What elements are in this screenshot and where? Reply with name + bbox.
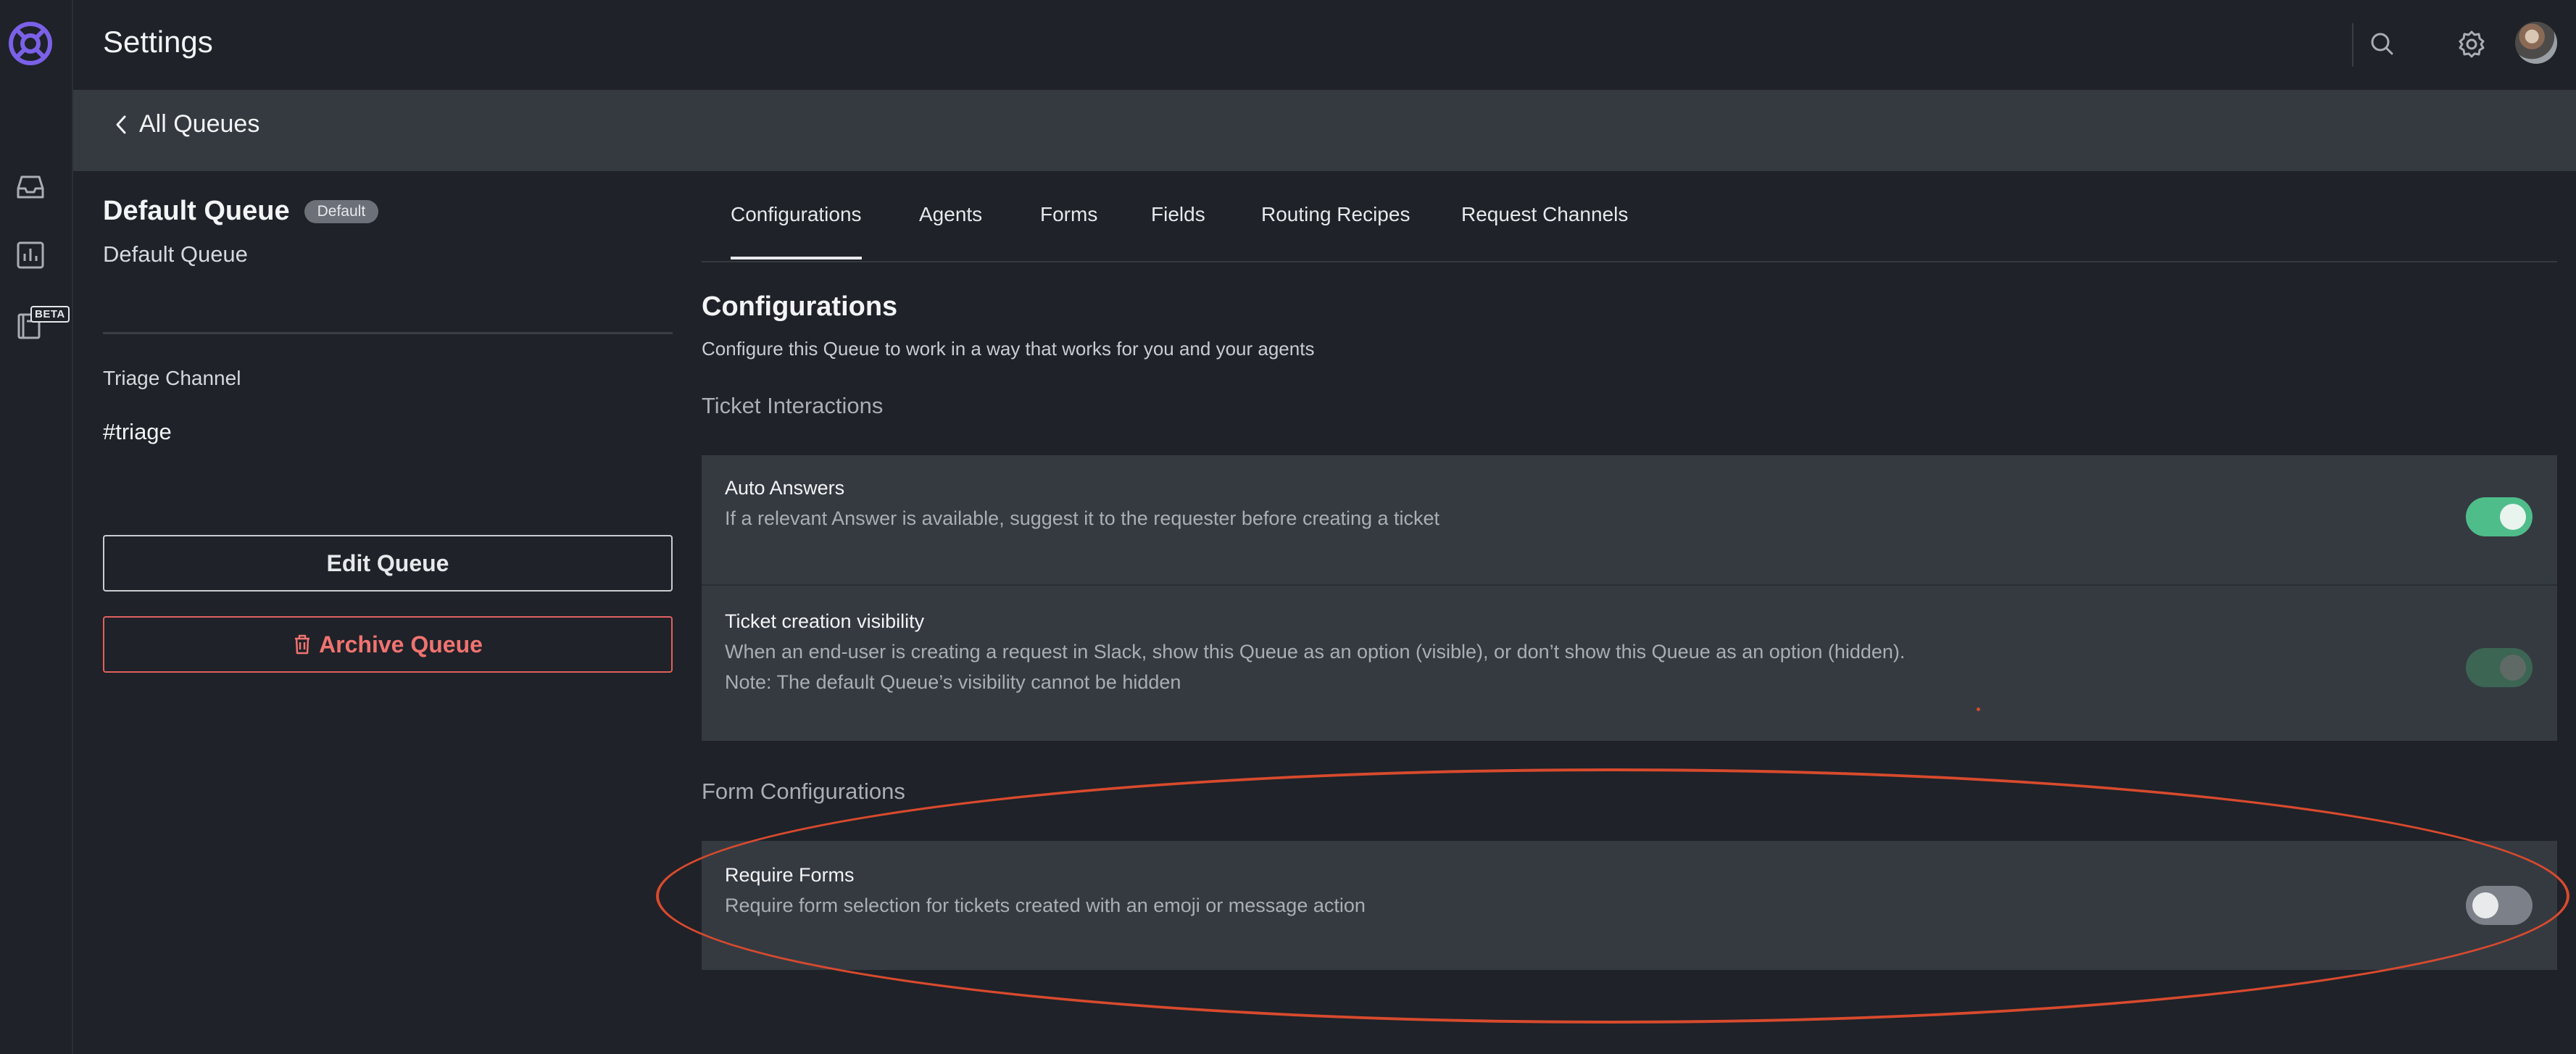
ticket-visibility-description: When an end-user is creating a request i… xyxy=(725,641,1906,663)
auto-answers-toggle[interactable] xyxy=(2466,497,2533,536)
annotation-dot xyxy=(1977,707,1980,711)
toggle-knob xyxy=(2472,892,2498,918)
toolbar-divider xyxy=(2352,23,2353,67)
gear-icon[interactable] xyxy=(2455,28,2488,61)
ticket-visibility-note: Note: The default Queue’s visibility can… xyxy=(725,671,1181,693)
auto-answers-description: If a relevant Answer is available, sugge… xyxy=(725,507,1440,529)
ticket-interactions-card-body: Auto Answers If a relevant Answer is ava… xyxy=(702,455,2557,741)
tab-configurations[interactable]: Configurations xyxy=(731,203,862,260)
require-forms-toggle[interactable] xyxy=(2466,886,2533,925)
inbox-icon[interactable] xyxy=(14,171,46,203)
tab-forms[interactable]: Forms xyxy=(1040,203,1097,257)
form-configurations-card: Require Forms Require form selection for… xyxy=(702,841,2557,970)
tab-routing-recipes[interactable]: Routing Recipes xyxy=(1261,203,1410,257)
edit-queue-label: Edit Queue xyxy=(326,549,449,576)
triage-channel-value: #triage xyxy=(103,419,172,444)
section-title: Configurations xyxy=(702,291,898,322)
toggle-knob xyxy=(2500,655,2526,681)
queue-name: Default Queue Default xyxy=(103,196,673,227)
auto-answers-title: Auto Answers xyxy=(725,477,845,499)
tab-agents[interactable]: Agents xyxy=(919,203,982,257)
section-description: Configure this Queue to work in a way th… xyxy=(702,338,1315,360)
archive-queue-button[interactable]: Archive Queue xyxy=(103,616,673,673)
archive-queue-label: Archive Queue xyxy=(319,631,483,657)
page-title: Settings xyxy=(103,25,213,59)
queue-subtitle: Default Queue xyxy=(103,241,248,267)
left-rail: BETA xyxy=(0,0,73,1054)
require-forms-description: Require form selection for tickets creat… xyxy=(725,895,1366,916)
chevron-left-icon xyxy=(116,115,126,133)
logo-icon[interactable] xyxy=(7,20,54,67)
configurations-panel: Configurations Agents Forms Fields Routi… xyxy=(702,171,2557,418)
breadcrumb: All Queues xyxy=(73,90,2576,171)
queue-summary-panel: Default Queue Default Default Queue Tria… xyxy=(103,196,673,673)
avatar[interactable] xyxy=(2515,22,2557,64)
require-forms-title: Require Forms xyxy=(725,864,855,886)
tab-request-channels[interactable]: Request Channels xyxy=(1461,203,1628,257)
back-label: All Queues xyxy=(139,110,260,138)
edit-queue-button[interactable]: Edit Queue xyxy=(103,535,673,592)
ticket-interactions-label: Ticket Interactions xyxy=(702,393,884,418)
queue-tabs: Configurations Agents Forms Fields Routi… xyxy=(702,171,2557,262)
ticket-visibility-toggle xyxy=(2466,648,2533,687)
back-to-all-queues-link[interactable]: All Queues xyxy=(113,110,259,138)
top-bar: Settings xyxy=(73,0,2576,90)
ticket-visibility-title: Ticket creation visibility xyxy=(725,610,925,632)
analytics-icon[interactable] xyxy=(14,239,46,271)
row-divider xyxy=(702,584,2557,586)
queue-name-text: Default Queue xyxy=(103,196,290,226)
beta-badge: BETA xyxy=(30,306,70,323)
default-badge: Default xyxy=(304,199,379,223)
toggle-knob xyxy=(2500,504,2526,530)
form-configurations-label: Form Configurations xyxy=(702,779,905,804)
triage-channel-label: Triage Channel xyxy=(103,367,241,389)
search-icon[interactable] xyxy=(2366,28,2399,61)
panel-divider xyxy=(103,332,673,334)
tab-fields[interactable]: Fields xyxy=(1151,203,1205,257)
trash-icon xyxy=(295,634,310,655)
